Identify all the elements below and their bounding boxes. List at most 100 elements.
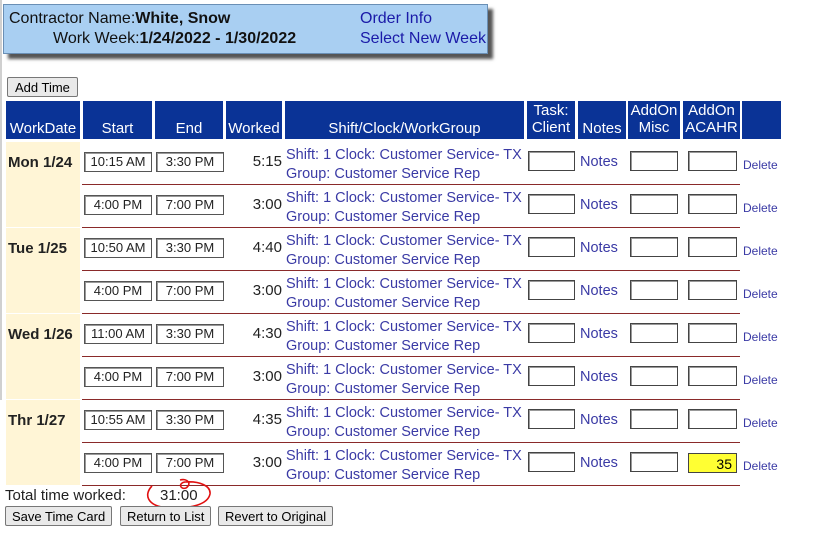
add-time-button[interactable]: Add Time <box>7 77 78 97</box>
addon-acahr-input[interactable] <box>688 323 737 343</box>
task-client-input[interactable] <box>528 323 575 343</box>
col-header-acahr-line1: AddOn <box>688 102 735 119</box>
total-annotation-circle <box>146 478 211 509</box>
notes-link[interactable]: Notes <box>580 412 618 428</box>
col-header-worked: Worked <box>226 101 282 139</box>
notes-link[interactable]: Notes <box>580 455 618 471</box>
shift-clock-workgroup-link[interactable]: Shift: 1 Clock: Customer Service- TX Grou… <box>286 275 522 313</box>
day-label: Thr 1/27 <box>8 412 66 429</box>
row-divider <box>82 270 740 271</box>
col-header-addon-misc: AddOn Misc <box>628 101 680 139</box>
worked-hours: 4:35 <box>252 411 282 428</box>
notes-link[interactable]: Notes <box>580 326 618 342</box>
end-time-input[interactable]: 3:30 PM <box>156 410 224 430</box>
shift-clock-workgroup-link[interactable]: Shift: 1 Clock: Customer Service- TX Grou… <box>286 189 522 227</box>
row-divider <box>82 313 740 314</box>
delete-link[interactable]: Delete <box>743 244 778 258</box>
end-time-input[interactable]: 3:30 PM <box>156 152 224 172</box>
end-time-input[interactable]: 7:00 PM <box>156 367 224 387</box>
end-time-input[interactable]: 7:00 PM <box>156 195 224 215</box>
start-time-input[interactable]: 10:15 AM <box>84 152 152 172</box>
col-header-shift: Shift/Clock/WorkGroup <box>285 101 524 139</box>
addon-acahr-input[interactable] <box>688 366 737 386</box>
addon-acahr-input[interactable] <box>688 280 737 300</box>
contractor-info-box: Contractor Name:White, Snow Work Week:1/… <box>3 4 488 54</box>
worked-hours: 3:00 <box>252 196 282 213</box>
col-header-end: End <box>155 101 223 139</box>
col-header-notes: Notes <box>578 101 626 139</box>
shift-clock-line: Shift: 1 Clock: Customer Service- TX <box>286 147 522 163</box>
end-time-input[interactable]: 7:00 PM <box>156 453 224 473</box>
end-time-input[interactable]: 3:30 PM <box>156 238 224 258</box>
shift-clock-workgroup-link[interactable]: Shift: 1 Clock: Customer Service- TX Grou… <box>286 404 522 442</box>
addon-misc-input[interactable] <box>630 280 678 300</box>
task-client-input[interactable] <box>528 452 575 472</box>
addon-misc-input[interactable] <box>630 323 678 343</box>
delete-link[interactable]: Delete <box>743 158 778 172</box>
shift-clock-workgroup-link[interactable]: Shift: 1 Clock: Customer Service- TX Grou… <box>286 232 522 270</box>
delete-link[interactable]: Delete <box>743 459 778 473</box>
start-time-input[interactable]: 10:55 AM <box>84 410 152 430</box>
worked-hours: 3:00 <box>252 454 282 471</box>
shift-group-line: Group: Customer Service Rep <box>286 424 481 440</box>
return-to-list-button[interactable]: Return to List <box>120 506 212 526</box>
col-header-misc-line2: Misc <box>638 119 670 136</box>
notes-link[interactable]: Notes <box>580 154 618 170</box>
contractor-name-label: Contractor Name: <box>9 10 136 27</box>
notes-link[interactable]: Notes <box>580 369 618 385</box>
addon-acahr-input[interactable] <box>688 151 737 171</box>
addon-misc-input[interactable] <box>630 151 678 171</box>
task-client-input[interactable] <box>528 409 575 429</box>
notes-link[interactable]: Notes <box>580 283 618 299</box>
worked-hours: 4:40 <box>252 239 282 256</box>
revert-to-original-button[interactable]: Revert to Original <box>218 506 334 526</box>
start-time-input[interactable]: 10:50 AM <box>84 238 152 258</box>
start-time-input[interactable]: 11:00 AM <box>84 324 152 344</box>
notes-link[interactable]: Notes <box>580 240 618 256</box>
shift-clock-line: Shift: 1 Clock: Customer Service- TX <box>286 405 522 421</box>
end-time-input[interactable]: 3:30 PM <box>156 324 224 344</box>
task-client-input[interactable] <box>528 194 575 214</box>
worked-hours: 4:30 <box>252 325 282 342</box>
start-time-input[interactable]: 4:00 PM <box>84 195 152 215</box>
worked-hours: 5:15 <box>252 153 282 170</box>
task-client-input[interactable] <box>528 280 575 300</box>
order-info-link[interactable]: Order Info <box>360 10 432 28</box>
shift-clock-workgroup-link[interactable]: Shift: 1 Clock: Customer Service- TX Grou… <box>286 361 522 399</box>
addon-acahr-input[interactable] <box>688 409 737 429</box>
select-new-week-link[interactable]: Select New Week <box>360 30 486 48</box>
shift-clock-workgroup-link[interactable]: Shift: 1 Clock: Customer Service- TX Grou… <box>286 318 522 356</box>
work-week-label: Work Week: <box>53 30 140 47</box>
addon-misc-input[interactable] <box>630 452 678 472</box>
start-time-input[interactable]: 4:00 PM <box>84 453 152 473</box>
notes-link[interactable]: Notes <box>580 197 618 213</box>
shift-clock-line: Shift: 1 Clock: Customer Service- TX <box>286 362 522 378</box>
task-client-input[interactable] <box>528 366 575 386</box>
start-time-input[interactable]: 4:00 PM <box>84 281 152 301</box>
addon-acahr-input[interactable]: 35 <box>688 453 737 473</box>
start-time-input[interactable]: 4:00 PM <box>84 367 152 387</box>
delete-link[interactable]: Delete <box>743 201 778 215</box>
save-time-card-button[interactable]: Save Time Card <box>5 506 113 526</box>
delete-link[interactable]: Delete <box>743 416 778 430</box>
addon-misc-input[interactable] <box>630 194 678 214</box>
addon-misc-input[interactable] <box>630 237 678 257</box>
addon-acahr-input[interactable] <box>688 237 737 257</box>
task-client-input[interactable] <box>528 151 575 171</box>
addon-misc-input[interactable] <box>630 409 678 429</box>
addon-misc-input[interactable] <box>630 366 678 386</box>
end-time-input[interactable]: 7:00 PM <box>156 281 224 301</box>
addon-acahr-input[interactable] <box>688 194 737 214</box>
task-client-input[interactable] <box>528 237 575 257</box>
shift-clock-workgroup-link[interactable]: Shift: 1 Clock: Customer Service- TX Grou… <box>286 447 522 485</box>
delete-link[interactable]: Delete <box>743 373 778 387</box>
delete-link[interactable]: Delete <box>743 330 778 344</box>
shift-clock-line: Shift: 1 Clock: Customer Service- TX <box>286 276 522 292</box>
col-header-acahr-line2: ACAHR <box>685 119 738 136</box>
shift-clock-line: Shift: 1 Clock: Customer Service- TX <box>286 319 522 335</box>
contractor-name-row: Contractor Name:White, Snow <box>9 10 230 28</box>
shift-clock-workgroup-link[interactable]: Shift: 1 Clock: Customer Service- TX Grou… <box>286 146 522 184</box>
page-left-border <box>0 0 2 400</box>
shift-group-line: Group: Customer Service Rep <box>286 209 481 225</box>
delete-link[interactable]: Delete <box>743 287 778 301</box>
